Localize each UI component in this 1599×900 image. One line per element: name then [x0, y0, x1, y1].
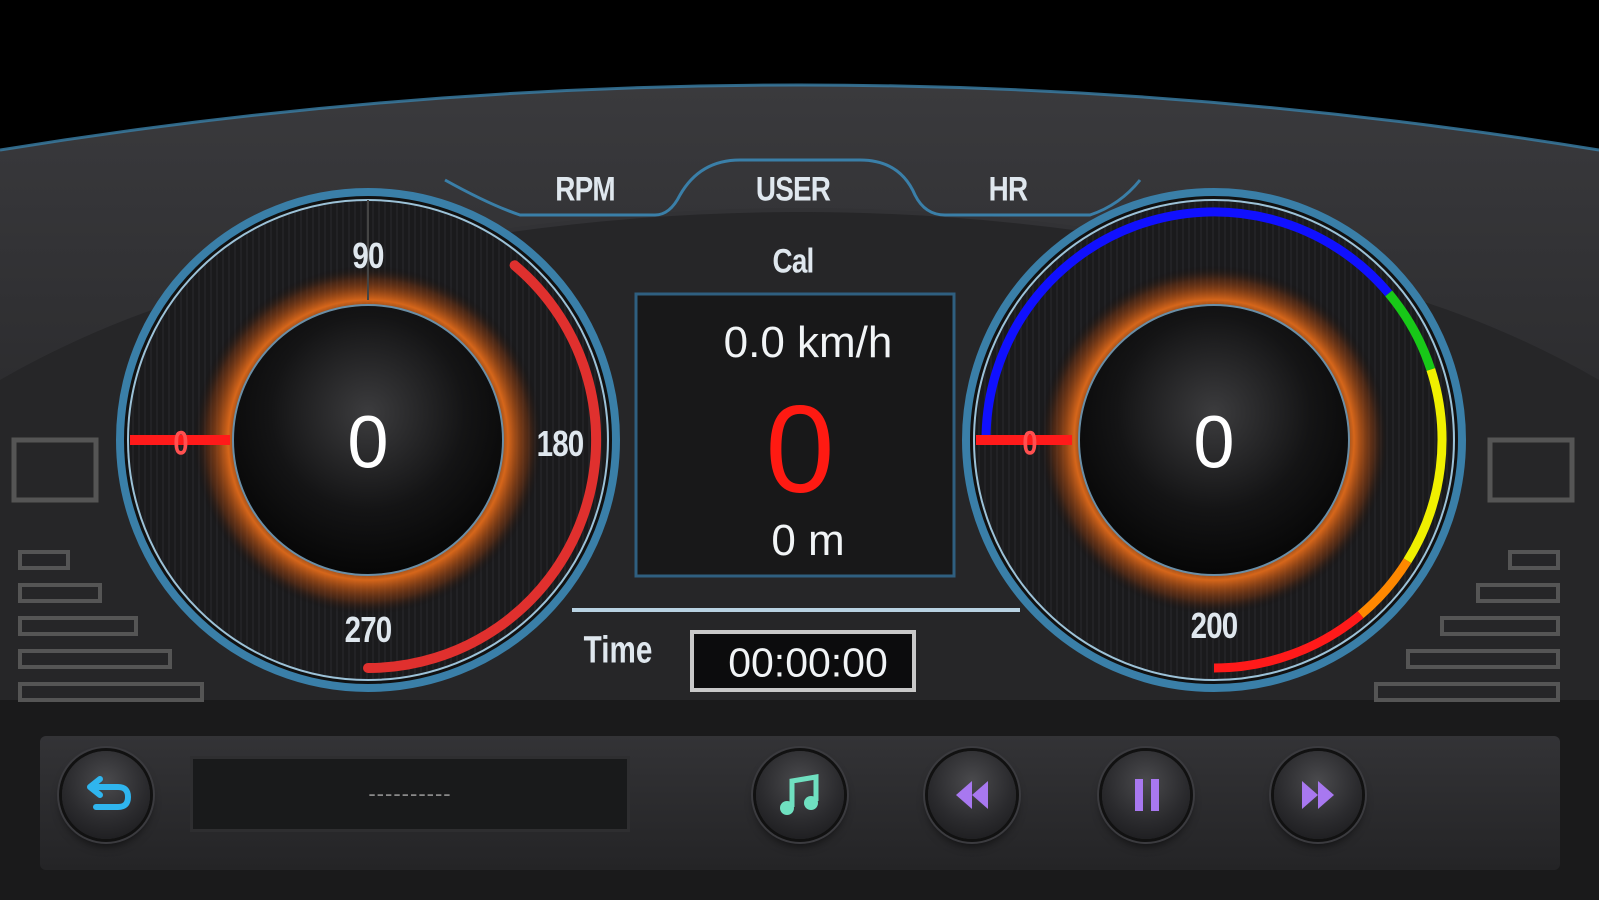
speed-readout: 0.0 km/h [723, 318, 893, 367]
time-label: Time [583, 629, 653, 672]
song-title-display: ---------- [190, 756, 630, 832]
time-value: 00:00:00 [728, 639, 888, 686]
hr-tick-0: 0 [1022, 424, 1038, 463]
hr-tick-200: 200 [1190, 605, 1239, 646]
return-arrow-icon [87, 776, 132, 810]
cal-title: Cal [772, 242, 815, 281]
rpm-value: 0 [347, 400, 389, 484]
rpm-tick-0: 0 [173, 424, 189, 463]
tab-rpm[interactable]: RPM [555, 171, 615, 210]
rewind-button[interactable] [928, 751, 1016, 839]
hr-value: 0 [1193, 400, 1235, 484]
tab-hr[interactable]: HR [989, 171, 1028, 210]
back-button[interactable] [62, 751, 150, 839]
fast-forward-icon [1302, 781, 1334, 809]
calories-value: 0 [765, 381, 835, 519]
fast-forward-button[interactable] [1274, 751, 1362, 839]
dashboard: RPM USER HR 90 180 270 0 0 0 200 0 Cal 0… [0, 0, 1599, 900]
pause-icon [1135, 779, 1159, 811]
rpm-tick-180: 180 [536, 423, 585, 464]
rewind-icon [956, 781, 988, 809]
rpm-tick-90: 90 [352, 235, 384, 276]
music-button[interactable] [756, 751, 844, 839]
tab-user[interactable]: USER [756, 171, 831, 210]
rpm-tick-270: 270 [344, 609, 393, 650]
distance-readout: 0 m [771, 516, 845, 565]
music-note-icon [780, 774, 819, 815]
pause-button[interactable] [1102, 751, 1190, 839]
